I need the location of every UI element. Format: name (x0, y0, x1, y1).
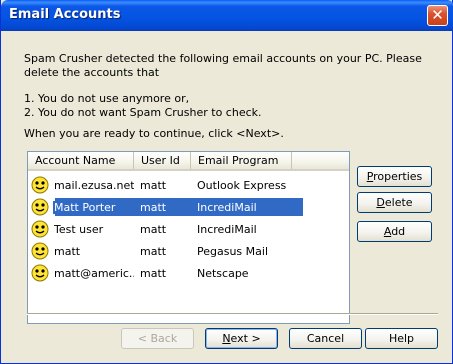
email-accounts-dialog: Email Accounts ✕ Spam Crusher detected t… (0, 0, 453, 364)
accounts-list[interactable]: Account Name User Id Email Program mail.… (27, 151, 350, 324)
window-title: Email Accounts (9, 7, 121, 22)
user-id-cell: matt (134, 245, 191, 258)
instruction-line-1: 1. You do not use anymore or, (24, 92, 190, 105)
dialog-body: Spam Crusher detected the following emai… (4, 31, 450, 361)
instruction-line-3: When you are ready to continue, click <N… (24, 127, 284, 140)
email-program: Outlook Express (197, 178, 287, 192)
email-program-cell: IncrediMail (191, 223, 301, 236)
account-name-cell: Test user (28, 220, 134, 238)
properties-button-label: Properties (366, 170, 423, 183)
intro-text: Spam Crusher detected the following emai… (24, 52, 422, 79)
user-id: matt (140, 222, 167, 236)
account-name: matt@americ... (54, 266, 134, 280)
smiley-face-icon (31, 220, 49, 238)
instruction-line-2: 2. You do not want Spam Crusher to check… (24, 106, 262, 119)
next-button[interactable]: Next > (205, 328, 278, 349)
email-program-cell: Pegasus Mail (191, 245, 301, 258)
email-program: Pegasus Mail (197, 244, 269, 258)
account-name-cell: matt@americ... (28, 264, 134, 282)
button-divider (27, 313, 438, 315)
list-header: Account Name User Id Email Program (28, 152, 349, 171)
account-name-cell: matt (28, 242, 134, 260)
help-button-label: Help (388, 332, 415, 345)
delete-button[interactable]: Delete (357, 192, 432, 213)
table-row[interactable]: mail.ezusa.net matt Outlook Express (28, 174, 349, 196)
close-icon: ✕ (431, 6, 444, 24)
user-id-cell: matt (134, 179, 191, 192)
column-header-account-name[interactable]: Account Name (28, 152, 134, 169)
account-name-cell: Matt Porter (28, 198, 134, 216)
smiley-face-icon (31, 242, 49, 260)
account-name: mail.ezusa.net (54, 178, 134, 192)
next-button-label: Next > (222, 332, 261, 345)
user-id: matt (140, 244, 167, 258)
delete-button-label: Delete (376, 196, 413, 209)
back-button[interactable]: < Back (121, 328, 194, 349)
column-header-empty[interactable] (292, 152, 349, 169)
title-bar[interactable]: Email Accounts ✕ (1, 0, 453, 31)
smiley-face-icon (31, 176, 49, 194)
cancel-button-label: Cancel (306, 332, 345, 345)
back-button-label: < Back (137, 332, 178, 345)
user-id: matt (140, 178, 167, 192)
column-header-user-id[interactable]: User Id (134, 152, 191, 169)
email-program: IncrediMail (196, 200, 258, 214)
add-button-label: Add (383, 225, 406, 238)
table-row[interactable]: matt matt Pegasus Mail (28, 240, 349, 262)
account-name-cell: mail.ezusa.net (28, 176, 134, 194)
properties-button[interactable]: Properties (357, 166, 432, 187)
email-program-cell: Netscape (191, 267, 301, 280)
user-id: matt (139, 200, 168, 214)
account-name: Matt Porter (53, 200, 117, 214)
email-program: Netscape (197, 266, 249, 280)
user-id-cell: matt (134, 200, 191, 214)
email-program-cell: Outlook Express (191, 179, 301, 192)
table-row[interactable]: matt@americ... matt Netscape (28, 262, 349, 284)
column-header-email-program[interactable]: Email Program (191, 152, 292, 169)
cancel-button[interactable]: Cancel (289, 328, 362, 349)
smiley-face-icon (31, 264, 49, 282)
close-button[interactable]: ✕ (427, 5, 448, 26)
user-id: matt (140, 266, 167, 280)
user-id-cell: matt (134, 267, 191, 280)
add-button[interactable]: Add (357, 221, 432, 242)
user-id-cell: matt (134, 223, 191, 236)
email-program-cell: IncrediMail (191, 200, 301, 214)
table-row[interactable]: Matt Porter matt IncrediMail (28, 196, 349, 218)
email-program: IncrediMail (197, 222, 257, 236)
account-name: matt (54, 244, 81, 258)
account-name: Test user (54, 222, 104, 236)
smiley-face-icon (31, 198, 49, 216)
help-button[interactable]: Help (365, 328, 438, 349)
table-row[interactable]: Test user matt IncrediMail (28, 218, 349, 240)
